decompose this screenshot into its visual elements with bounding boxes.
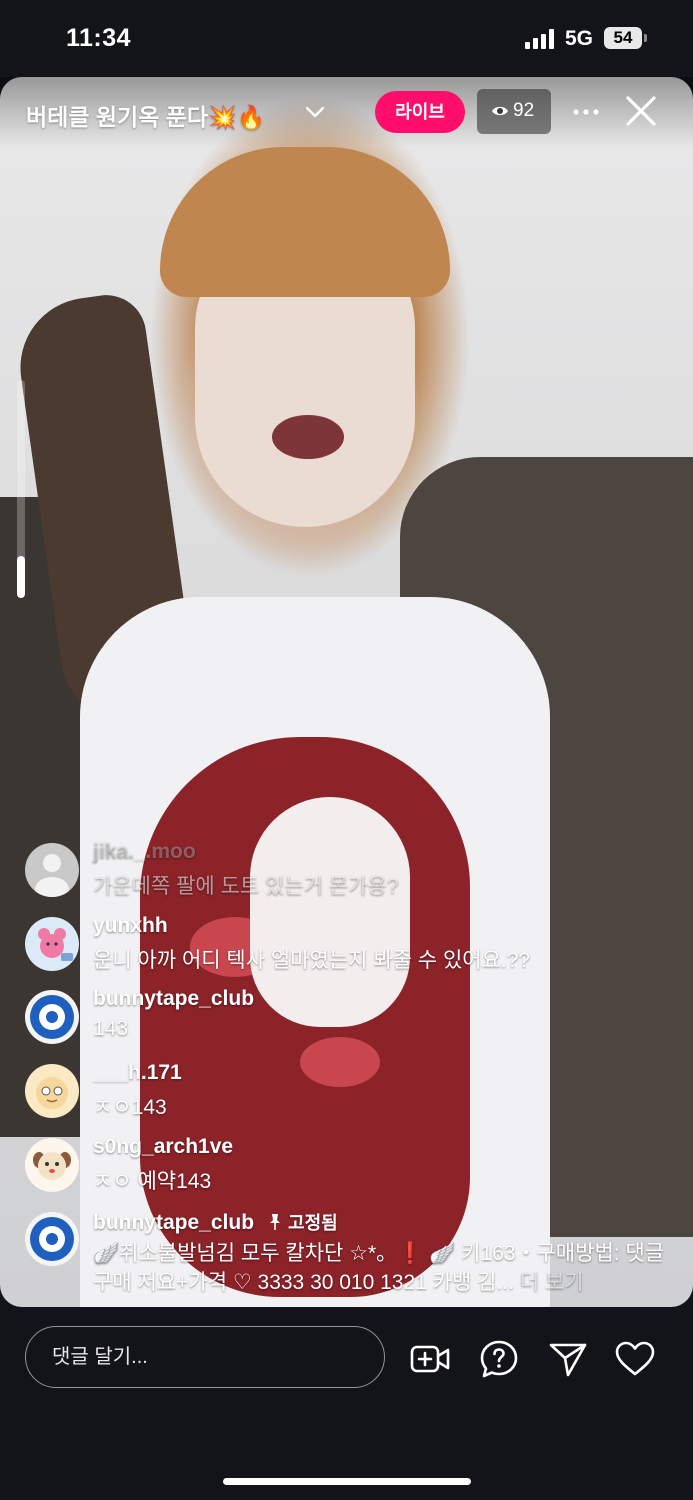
more-options-icon[interactable]	[571, 98, 601, 126]
viewer-count: 92	[513, 100, 535, 121]
send-icon[interactable]	[546, 1337, 590, 1381]
status-time: 11:34	[66, 24, 132, 52]
comment-username[interactable]: s0ng_arch1ve	[93, 1135, 233, 1159]
comment-input[interactable]	[25, 1326, 385, 1388]
avatar[interactable]	[25, 843, 79, 897]
pinned-label: 고정됨	[268, 1213, 338, 1233]
comment-username[interactable]: bunnytape_club	[93, 987, 254, 1011]
funny-tape-club-logo	[30, 995, 74, 1039]
comment-text: 143	[93, 1017, 129, 1040]
avatar[interactable]	[25, 1138, 79, 1192]
video-bangs	[160, 147, 450, 297]
comment-username: bunnytape_club 고정됨	[93, 1209, 338, 1235]
puppy-icon	[33, 1152, 71, 1180]
see-more-link[interactable]: 더 보기	[520, 1271, 584, 1294]
video-lips	[272, 415, 344, 459]
avatar[interactable]	[25, 1212, 79, 1266]
battery-tip	[644, 34, 647, 42]
comment-text: 운니 아까 어디 텍사 얼마였는지 봐줄 수 있어요.??	[93, 949, 531, 972]
pinned-label-text: 고정됨	[288, 1213, 338, 1233]
eye-icon	[492, 106, 508, 116]
pinned-username[interactable]: bunnytape_club	[93, 1211, 254, 1234]
heart-icon[interactable]	[613, 1337, 657, 1381]
scroll-thumb[interactable]	[17, 556, 25, 598]
comment-text: ㅈㅇ143	[93, 1096, 167, 1119]
question-icon[interactable]	[477, 1337, 521, 1381]
add-video-icon[interactable]	[408, 1337, 452, 1381]
close-icon[interactable]	[624, 94, 658, 128]
avatar[interactable]	[25, 1064, 79, 1118]
cartoon-face-icon	[36, 1077, 68, 1109]
pin-icon	[270, 1214, 281, 1230]
comment-list[interactable]: jika._.moo 가운데쪽 팔에 도트 있는거 몬가용? yunxhh 운니…	[0, 840, 693, 1300]
viewer-count-badge[interactable]: 92	[477, 89, 551, 134]
comment-text: ㅈㅇ 예약143	[93, 1170, 212, 1193]
signal-icon	[525, 29, 554, 49]
pink-bear-icon	[38, 928, 73, 961]
avatar[interactable]	[25, 917, 79, 971]
comment-username[interactable]: ___h.171	[93, 1061, 182, 1085]
funny-tape-club-logo	[30, 1217, 74, 1261]
comment-username[interactable]: yunxhh	[93, 914, 168, 938]
comment-username[interactable]: jika._.moo	[93, 840, 196, 864]
live-badge: 라이브	[375, 91, 465, 133]
bottom-bar	[0, 1310, 693, 1500]
comment-text: 가운데쪽 팔에 도트 있는거 몬가용?	[93, 875, 399, 898]
status-bar: 11:34 5G 54	[0, 0, 693, 76]
live-title[interactable]: 버테클 원기옥 푼다💥🔥	[26, 98, 265, 132]
default-user-icon	[35, 854, 69, 897]
battery-icon: 54	[604, 27, 642, 49]
pinned-comment-text: 🪽취소불발넘김 모두 칼차단 ☆*。❗ 🪽 키163・구매방법: 댓글구매 저요…	[93, 1239, 673, 1297]
network-label: 5G	[565, 27, 594, 50]
avatar[interactable]	[25, 990, 79, 1044]
home-indicator[interactable]	[223, 1478, 471, 1485]
chevron-down-icon[interactable]	[303, 100, 327, 124]
